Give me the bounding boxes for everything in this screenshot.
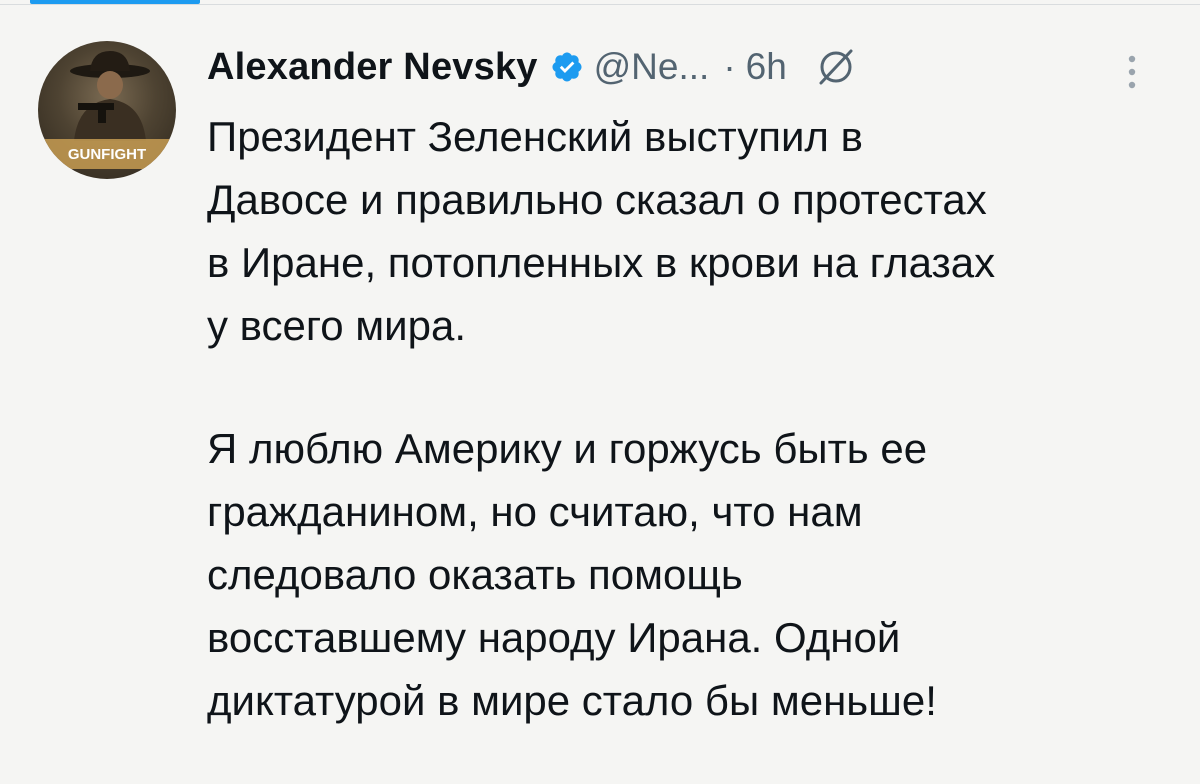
text-line: восставшему народу Ирана. Одной — [207, 614, 901, 661]
text-line: следовало оказать помощь — [207, 551, 743, 598]
text-line: у всего мира. — [207, 302, 467, 349]
grok-icon[interactable] — [813, 44, 859, 90]
avatar-title: GUNFIGHT — [68, 146, 146, 163]
tweet-header: Alexander Nevsky @Ne... · 6h — [207, 35, 1167, 99]
text-line: Президент Зеленский выступил в — [207, 113, 863, 160]
author-display-name[interactable]: Alexander Nevsky — [207, 46, 538, 89]
text-line: диктатурой в мире стало бы меньше! — [207, 677, 937, 724]
tweet-content: Alexander Nevsky @Ne... · 6h Президент З… — [207, 35, 1167, 732]
tweet-paragraph: Я люблю Америку и горжусь быть ее гражда… — [207, 417, 1167, 732]
text-line: Я люблю Америку и горжусь быть ее — [207, 425, 928, 472]
text-line: в Иране, потопленных в крови на глазах — [207, 239, 996, 286]
avatar[interactable]: GUNFIGHT — [38, 41, 176, 179]
avatar-image: GUNFIGHT — [38, 51, 176, 169]
author-handle[interactable]: @Ne... — [594, 46, 710, 88]
text-line: гражданином, но считаю, что нам — [207, 488, 863, 535]
separator-dot: · — [723, 46, 736, 87]
tweet[interactable]: GUNFIGHT Alexander Nevsky @Ne... · 6h Пр… — [0, 5, 1200, 784]
tweet-paragraph: Президент Зеленский выступил в Давосе и … — [207, 105, 1167, 357]
text-line: Давосе и правильно сказал о протестах — [207, 176, 987, 223]
tweet-text: Президент Зеленский выступил в Давосе и … — [207, 105, 1167, 732]
more-vertical-icon[interactable] — [1122, 49, 1142, 95]
verified-badge-icon[interactable] — [550, 50, 584, 84]
tweet-timestamp[interactable]: 6h — [746, 46, 787, 88]
